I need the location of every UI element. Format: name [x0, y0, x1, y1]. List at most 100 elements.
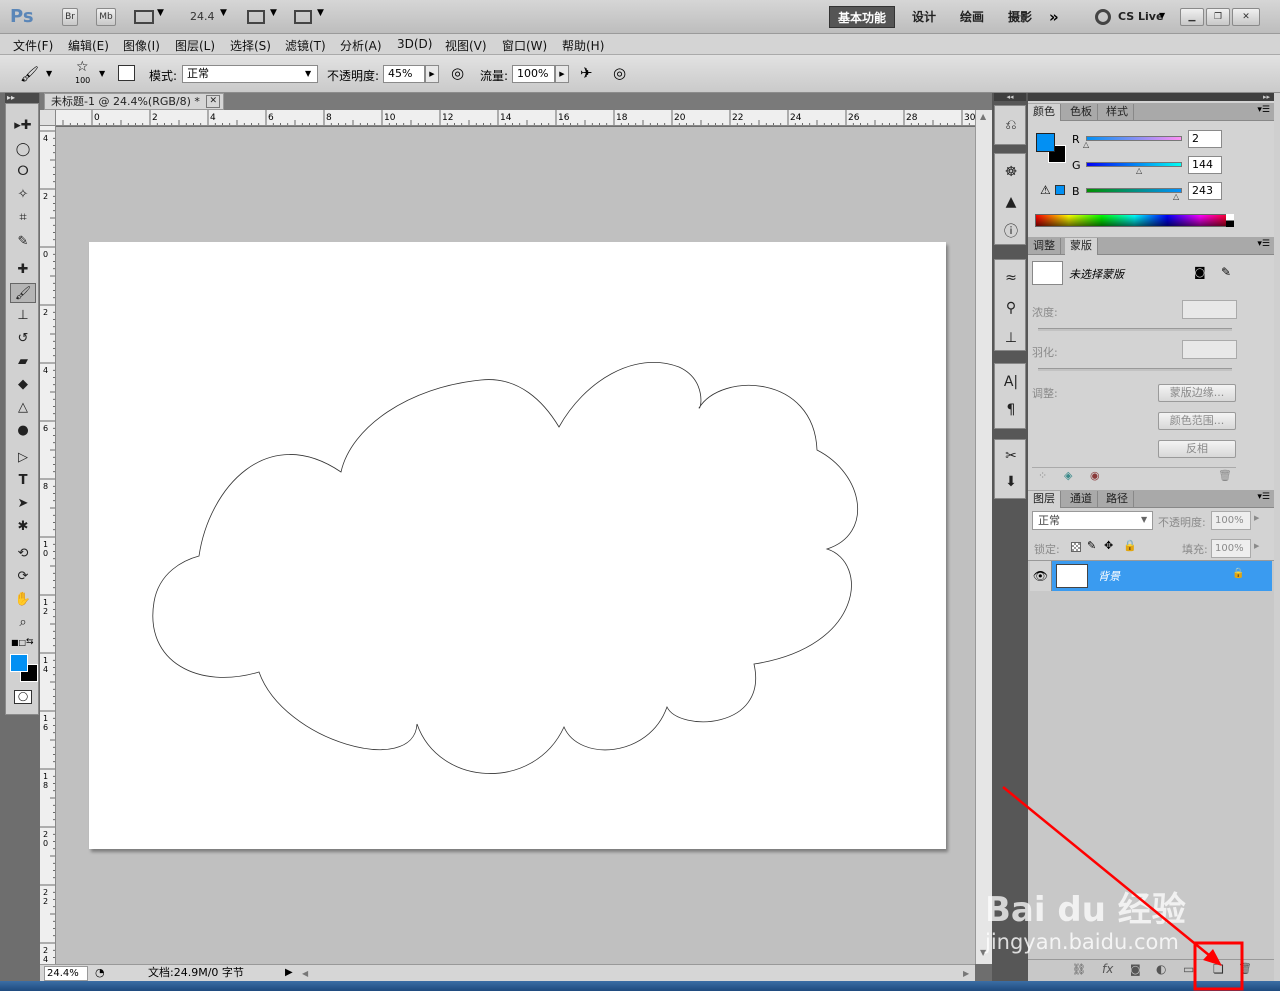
brush-tool-preset-icon[interactable]: 🖌: [20, 65, 39, 83]
chevron-down-icon[interactable]: ▼: [1159, 11, 1165, 20]
new-adjustment-layer-icon[interactable]: ◐: [1156, 962, 1166, 976]
b-value-input[interactable]: 243: [1188, 182, 1222, 200]
invert-button[interactable]: 反相: [1158, 440, 1236, 458]
new-layer-icon[interactable]: ❏: [1213, 962, 1224, 976]
color-range-button[interactable]: 颜色范围...: [1158, 412, 1236, 430]
ramp-black-white[interactable]: [1226, 214, 1234, 227]
more-workspaces-icon[interactable]: »: [1049, 8, 1059, 26]
swap-colors-icon[interactable]: ⇆: [26, 637, 34, 647]
scroll-left-icon[interactable]: ◀: [302, 966, 308, 981]
clone-source-panel-icon[interactable]: ⊥: [1001, 328, 1021, 348]
workspace-painting[interactable]: 绘画: [952, 6, 992, 28]
close-icon[interactable]: ✕: [206, 95, 220, 108]
close-button[interactable]: ✕: [1232, 8, 1260, 26]
lasso-tool-icon[interactable]: ⵔ: [10, 162, 36, 182]
3d-orbit-tool-icon[interactable]: ⟳: [10, 567, 36, 587]
menu-window[interactable]: 窗口(W): [502, 37, 547, 54]
brush-picker-icon[interactable]: ☆: [76, 59, 89, 75]
g-slider[interactable]: [1086, 162, 1182, 167]
histogram-panel-icon[interactable]: ▲: [1001, 192, 1021, 212]
document-tab[interactable]: 未标题-1 @ 24.4%(RGB/8) * ✕: [44, 93, 224, 110]
lock-image-icon[interactable]: ✎: [1087, 539, 1096, 552]
healing-brush-tool-icon[interactable]: ✚: [10, 260, 36, 280]
fill-input[interactable]: 100%: [1211, 539, 1251, 558]
menu-filter[interactable]: 滤镜(T): [285, 37, 326, 54]
extras-icon[interactable]: [134, 10, 154, 24]
panel-menu-icon[interactable]: ▾☰: [1257, 105, 1270, 115]
move-tool-icon[interactable]: ▸✚: [10, 116, 36, 136]
dodge-tool-icon[interactable]: ●: [10, 421, 36, 441]
character-panel-icon[interactable]: A|: [1001, 372, 1021, 392]
scroll-up-icon[interactable]: ▲: [980, 112, 986, 121]
mask-edge-button[interactable]: 蒙版边缘...: [1158, 384, 1236, 402]
color-fg-swatch[interactable]: [1036, 133, 1055, 152]
tablet-opacity-icon[interactable]: ◎: [451, 64, 464, 82]
info-panel-icon[interactable]: ⓘ: [1001, 222, 1021, 242]
cs-live-icon[interactable]: [1095, 9, 1111, 25]
opacity-slider-button[interactable]: ▶: [425, 65, 439, 83]
menu-help[interactable]: 帮助(H): [562, 37, 604, 54]
apply-mask-icon[interactable]: ◈: [1064, 469, 1072, 482]
crop-tool-icon[interactable]: ⌗: [10, 208, 36, 228]
clone-stamp-tool-icon[interactable]: ⊥: [10, 306, 36, 326]
density-input[interactable]: [1182, 300, 1237, 319]
zoom-tool-icon[interactable]: ⌕: [10, 613, 36, 633]
web-color-swatch[interactable]: [1055, 185, 1065, 195]
chevron-down-icon[interactable]: ▼: [220, 8, 227, 18]
panel-scrollbar[interactable]: [1274, 93, 1280, 981]
default-colors-icon[interactable]: ■□: [11, 638, 26, 647]
chevron-down-icon[interactable]: ▼: [99, 69, 105, 78]
delete-layer-icon[interactable]: 🗑: [1238, 962, 1252, 975]
tab-layers[interactable]: 图层: [1028, 491, 1061, 508]
menu-select[interactable]: 选择(S): [230, 37, 271, 54]
color-spectrum-ramp[interactable]: [1035, 214, 1234, 227]
opacity-input[interactable]: 45%: [383, 65, 425, 83]
tool-presets-panel-icon[interactable]: ✂: [1001, 446, 1021, 466]
g-slider-thumb[interactable]: △: [1136, 166, 1142, 175]
b-slider[interactable]: [1086, 188, 1182, 193]
panel-menu-icon[interactable]: ▾☰: [1257, 492, 1270, 502]
add-mask-icon[interactable]: ◙: [1130, 963, 1141, 976]
restore-button[interactable]: ❐: [1206, 8, 1230, 26]
tab-paths[interactable]: 路径: [1101, 491, 1134, 508]
zoom-status-field[interactable]: 24.4%: [44, 966, 88, 981]
ruler-vertical[interactable]: 42024681012141618202224: [40, 126, 56, 964]
brush-panel-icon[interactable]: ≈: [1001, 268, 1021, 288]
menu-file[interactable]: 文件(F): [13, 37, 53, 54]
b-slider-thumb[interactable]: △: [1173, 192, 1179, 201]
quick-select-tool-icon[interactable]: ✧: [10, 185, 36, 205]
screen-mode-icon[interactable]: [294, 10, 312, 24]
pixel-mask-icon[interactable]: ◙: [1194, 265, 1206, 279]
eraser-tool-icon[interactable]: ▰: [10, 352, 36, 372]
layer-row-background[interactable]: 👁 背景 🔒: [1030, 561, 1272, 591]
menu-layer[interactable]: 图层(L): [175, 37, 215, 54]
workspace-design[interactable]: 设计: [904, 6, 944, 28]
chevron-down-icon[interactable]: ▼: [270, 8, 277, 18]
status-menu-arrow-icon[interactable]: ▶: [285, 965, 293, 980]
brush-panel-toggle-icon[interactable]: [118, 65, 135, 81]
paint-bucket-tool-icon[interactable]: ◆: [10, 375, 36, 395]
g-value-input[interactable]: 144: [1188, 156, 1222, 174]
cs-live-label[interactable]: CS Live: [1118, 10, 1163, 23]
tab-channels[interactable]: 通道: [1065, 491, 1098, 508]
menu-analysis[interactable]: 分析(A): [340, 37, 382, 54]
vertical-scrollbar[interactable]: ▲ ▼: [975, 110, 992, 964]
layer-name[interactable]: 背景: [1098, 568, 1120, 584]
tab-color[interactable]: 颜色: [1028, 104, 1061, 121]
hand-tool-icon[interactable]: ✋: [10, 590, 36, 610]
delete-mask-icon[interactable]: 🗑: [1218, 469, 1232, 482]
tab-masks[interactable]: 蒙版: [1065, 238, 1098, 255]
brush-tool-icon[interactable]: 🖌: [10, 283, 36, 303]
actions-panel-icon[interactable]: ⬇: [1001, 472, 1021, 492]
eyedropper-tool-icon[interactable]: ✎: [10, 232, 36, 252]
tab-swatches[interactable]: 色板: [1065, 104, 1098, 121]
link-layers-icon[interactable]: ⛓: [1072, 963, 1086, 976]
blend-mode-select[interactable]: 正常: [1032, 511, 1153, 530]
lock-transparent-icon[interactable]: [1071, 542, 1081, 552]
panels-header[interactable]: ▸▸: [1028, 93, 1274, 101]
ruler-horizontal[interactable]: 0 2 4 6 8 10 12 14 16 18 20 22 24 26 28 30: [56, 110, 975, 126]
pen-tool-icon[interactable]: ▷: [10, 448, 36, 468]
3d-rotate-tool-icon[interactable]: ⟲: [10, 544, 36, 564]
tablet-size-icon[interactable]: ◎: [613, 64, 626, 82]
history-brush-tool-icon[interactable]: ↺: [10, 329, 36, 349]
